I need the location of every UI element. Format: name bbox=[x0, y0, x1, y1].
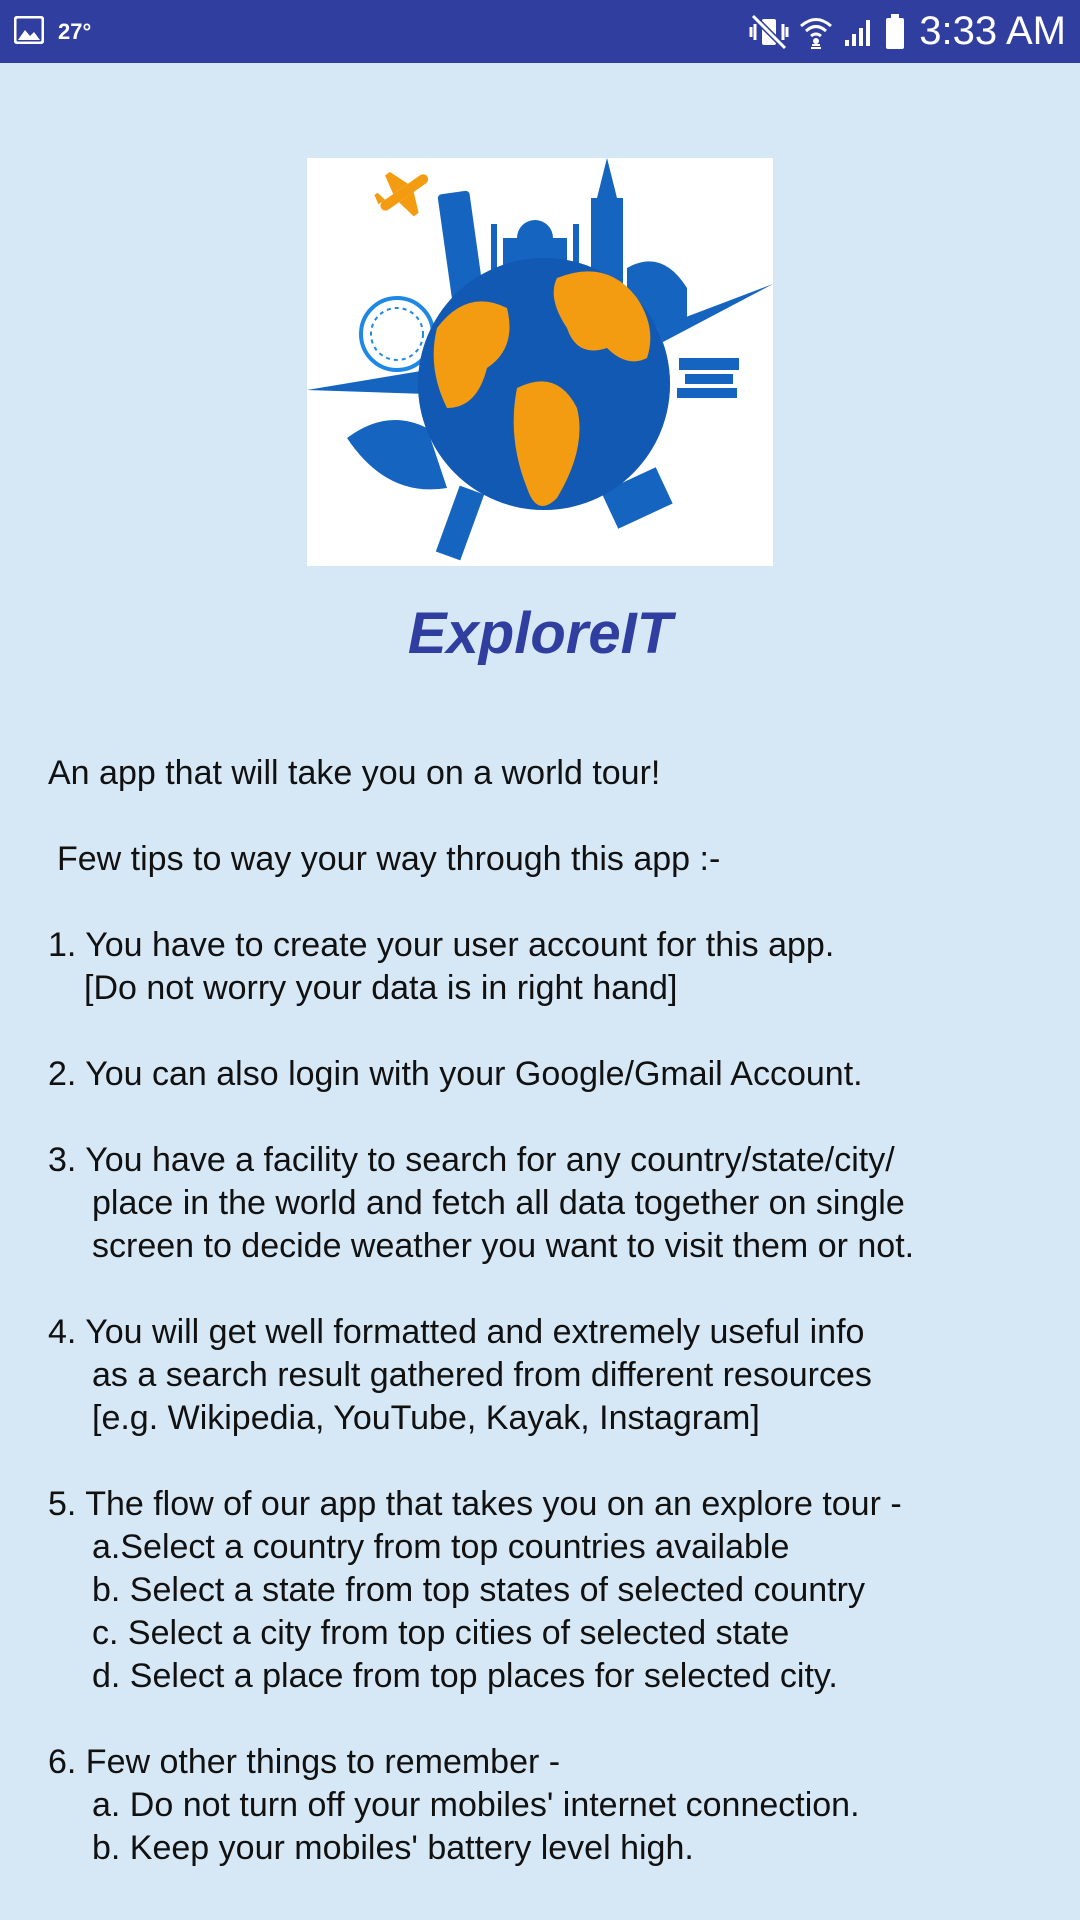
tip-1-line-2: [Do not worry your data is in right hand… bbox=[84, 969, 678, 1007]
tip-4-line-2: as a search result gathered from differe… bbox=[92, 1356, 872, 1394]
tip-2: 2. You can also login with your Google/G… bbox=[48, 1055, 863, 1093]
tip-6-item-b: b. Keep your mobiles' battery level high… bbox=[92, 1829, 694, 1867]
battery-icon bbox=[885, 13, 905, 50]
tip-6-item-a: a. Do not turn off your mobiles' interne… bbox=[92, 1786, 860, 1824]
intro-text: An app that will take you on a world tou… bbox=[48, 754, 661, 792]
image-icon bbox=[13, 15, 45, 49]
clock-time: 3:33 AM bbox=[919, 9, 1066, 53]
tip-5-item-b: b. Select a state from top states of sel… bbox=[92, 1571, 865, 1609]
tip-6-line-1: 6. Few other things to remember - bbox=[48, 1743, 561, 1781]
vibrate-mute-icon bbox=[749, 13, 789, 50]
tip-3-line-2: place in the world and fetch all data to… bbox=[92, 1184, 905, 1222]
app-description: An app that will take you on a world tou… bbox=[48, 752, 1048, 1870]
tip-5-item-a: a.Select a country from top countries av… bbox=[92, 1528, 790, 1566]
tip-5-line-1: 5. The flow of our app that takes you on… bbox=[48, 1485, 902, 1523]
wifi-icon bbox=[799, 15, 833, 49]
temperature-label: 27° bbox=[58, 19, 92, 44]
tip-3-line-3: screen to decide weather you want to vis… bbox=[92, 1227, 915, 1265]
tip-5-item-d: d. Select a place from top places for se… bbox=[92, 1657, 838, 1695]
tip-1-line-1: 1. You have to create your user account … bbox=[48, 926, 835, 964]
tip-5-item-c: c. Select a city from top cities of sele… bbox=[92, 1614, 790, 1652]
status-left: 27° bbox=[13, 14, 92, 50]
cellular-signal-icon bbox=[843, 16, 875, 48]
tip-4-line-1: 4. You will get well formatted and extre… bbox=[48, 1313, 865, 1351]
status-bar: 27° 3:33 AM bbox=[0, 0, 1080, 63]
tip-4-line-3: [e.g. Wikipedia, YouTube, Kayak, Instagr… bbox=[92, 1399, 760, 1437]
status-right: 3:33 AM bbox=[749, 0, 1066, 63]
app-title: ExploreIT bbox=[407, 601, 673, 666]
world-tour-logo bbox=[307, 158, 773, 566]
tips-heading: Few tips to way your way through this ap… bbox=[57, 840, 721, 878]
tip-3-line-1: 3. You have a facility to search for any… bbox=[48, 1141, 895, 1179]
